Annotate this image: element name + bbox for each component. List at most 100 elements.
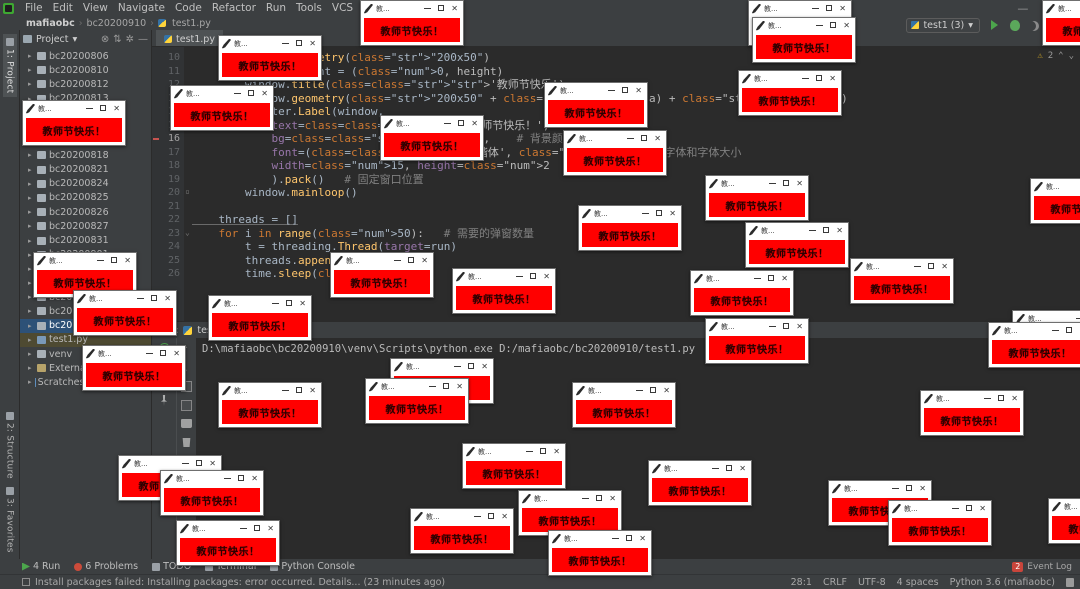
- popup-close-icon[interactable]: ✕: [451, 4, 458, 13]
- popup-maximize-icon[interactable]: [488, 512, 495, 521]
- popup-title-bar[interactable]: 教...✕: [753, 18, 855, 33]
- caret-position[interactable]: 28:1: [791, 577, 812, 588]
- popup-minimize-icon[interactable]: [952, 505, 960, 513]
- expand-arrow-icon[interactable]: ▸: [28, 378, 32, 386]
- popup-title-bar[interactable]: 教...✕: [746, 223, 848, 238]
- popup-title-bar[interactable]: 教...✕: [83, 346, 185, 361]
- popup-close-icon[interactable]: ✕: [299, 299, 306, 308]
- popup-maximize-icon[interactable]: [160, 349, 167, 358]
- popup-title-bar[interactable]: 教...✕: [209, 296, 311, 311]
- menu-item-code[interactable]: Code: [170, 1, 207, 15]
- tkinter-popup-window[interactable]: 教...✕教师节快乐！: [73, 290, 177, 336]
- popup-minimize-icon[interactable]: [234, 90, 242, 98]
- popup-minimize-icon[interactable]: [516, 273, 524, 281]
- popup-close-icon[interactable]: ✕: [1011, 394, 1018, 403]
- tkinter-popup-window[interactable]: 教...✕教师节快乐！: [548, 530, 652, 576]
- popup-close-icon[interactable]: ✕: [124, 256, 131, 265]
- popup-maximize-icon[interactable]: [830, 21, 837, 30]
- popup-minimize-icon[interactable]: [454, 363, 462, 371]
- python-interpreter[interactable]: Python 3.6 (mafiaobc): [950, 577, 1055, 588]
- project-panel-title[interactable]: Project: [36, 34, 69, 45]
- popup-maximize-icon[interactable]: [540, 447, 547, 456]
- expand-arrow-icon[interactable]: ▸: [28, 151, 34, 159]
- tkinter-popup-window[interactable]: 教...✕教师节快乐！: [82, 345, 186, 391]
- expand-arrow-icon[interactable]: ▸: [28, 350, 34, 358]
- popup-minimize-icon[interactable]: [627, 135, 635, 143]
- popup-title-bar[interactable]: 教...✕: [74, 291, 176, 306]
- tkinter-popup-window[interactable]: 教...✕教师节快乐！: [380, 115, 484, 161]
- tkinter-popup-window[interactable]: 教...✕教师节快乐！: [365, 378, 469, 424]
- popup-title-bar[interactable]: 教...✕: [463, 444, 565, 459]
- menu-item-view[interactable]: View: [78, 1, 113, 15]
- file-encoding[interactable]: UTF-8: [858, 577, 886, 588]
- debug-icon[interactable]: [1010, 20, 1020, 31]
- tkinter-popup-window[interactable]: 教...✕教师节快乐！: [752, 17, 856, 63]
- tkinter-popup-window[interactable]: 教...✕教师节快乐！: [160, 470, 264, 516]
- menu-item-tools[interactable]: Tools: [291, 1, 327, 15]
- popup-minimize-icon[interactable]: [802, 75, 810, 83]
- code-fold-icon[interactable]: ⌄: [185, 228, 190, 237]
- line-separator[interactable]: CRLF: [823, 577, 847, 588]
- popup-minimize-icon[interactable]: [608, 87, 616, 95]
- popup-maximize-icon[interactable]: [468, 362, 475, 371]
- collapse-all-icon[interactable]: ⇅: [113, 34, 121, 45]
- popup-minimize-icon[interactable]: [137, 295, 145, 303]
- tkinter-popup-window[interactable]: 教...✕教师节快乐！: [572, 382, 676, 428]
- popup-minimize-icon[interactable]: [146, 350, 154, 358]
- popup-maximize-icon[interactable]: [286, 299, 293, 308]
- popup-minimize-icon[interactable]: [272, 300, 280, 308]
- popup-minimize-icon[interactable]: [809, 227, 817, 235]
- popup-title-bar[interactable]: 教...✕: [829, 481, 931, 496]
- popup-close-icon[interactable]: ✕: [209, 459, 216, 468]
- popup-title-bar[interactable]: 教...✕: [749, 1, 851, 16]
- popup-minimize-icon[interactable]: [892, 485, 900, 493]
- tkinter-popup-window[interactable]: 教...✕教师节快乐！: [1048, 498, 1080, 544]
- popup-maximize-icon[interactable]: [626, 534, 633, 543]
- popup-title-bar[interactable]: 教...✕: [177, 521, 279, 536]
- sidebar-item-favorites[interactable]: 3: Favorites: [3, 483, 17, 557]
- tool-button-python-console[interactable]: Python Console: [270, 561, 355, 572]
- expand-arrow-icon[interactable]: ▸: [28, 222, 34, 230]
- tkinter-popup-window[interactable]: 教...✕教师节快乐！: [462, 443, 566, 489]
- popup-title-bar[interactable]: 教...✕: [171, 86, 273, 101]
- expand-arrow-icon[interactable]: ▸: [28, 336, 34, 344]
- menu-item-navigate[interactable]: Navigate: [113, 1, 170, 15]
- tree-node-bc20200812[interactable]: ▸ bc20200812: [20, 77, 151, 91]
- popup-maximize-icon[interactable]: [196, 459, 203, 468]
- popup-maximize-icon[interactable]: [238, 474, 245, 483]
- tkinter-popup-window[interactable]: 教...✕教师节快乐！: [705, 175, 809, 221]
- popup-close-icon[interactable]: ✕: [635, 86, 642, 95]
- popup-minimize-icon[interactable]: [914, 263, 922, 271]
- popup-maximize-icon[interactable]: [823, 226, 830, 235]
- expand-arrow-icon[interactable]: ▸: [28, 66, 34, 74]
- popup-minimize-icon[interactable]: [642, 210, 650, 218]
- tkinter-popup-window[interactable]: 教...✕教师节快乐！: [738, 70, 842, 116]
- popup-close-icon[interactable]: ✕: [309, 39, 316, 48]
- popup-close-icon[interactable]: ✕: [553, 447, 560, 456]
- popup-title-bar[interactable]: 教...✕: [921, 391, 1023, 406]
- tkinter-popup-window[interactable]: 教...✕教师节快乐！: [22, 100, 126, 146]
- status-message-area[interactable]: Install packages failed: Installing pack…: [22, 577, 445, 588]
- popup-minimize-icon[interactable]: [240, 525, 248, 533]
- tkinter-popup-window[interactable]: 教...✕教师节快乐！: [170, 85, 274, 131]
- expand-arrow-icon[interactable]: ▸: [28, 237, 34, 245]
- expand-arrow-icon[interactable]: ▸: [28, 194, 34, 202]
- popup-minimize-icon[interactable]: [86, 105, 94, 113]
- popup-maximize-icon[interactable]: [998, 394, 1005, 403]
- popup-minimize-icon[interactable]: [754, 275, 762, 283]
- popup-maximize-icon[interactable]: [408, 256, 415, 265]
- tkinter-popup-window[interactable]: 教...✕教师节快乐！: [410, 508, 514, 554]
- popup-maximize-icon[interactable]: [768, 274, 775, 283]
- popup-title-bar[interactable]: 教...✕: [23, 101, 125, 116]
- tkinter-popup-window[interactable]: 教...✕教师节快乐！: [1030, 178, 1080, 224]
- lock-icon[interactable]: [1066, 577, 1074, 587]
- prev-problem-icon[interactable]: ⌃: [1058, 51, 1063, 61]
- popup-title-bar[interactable]: 教...✕: [1049, 499, 1080, 514]
- popup-title-bar[interactable]: 教...✕: [366, 379, 468, 394]
- chevron-down-icon[interactable]: ▾: [968, 20, 973, 31]
- code-fold-icon[interactable]: ▫: [185, 187, 190, 196]
- popup-minimize-icon[interactable]: [769, 180, 777, 188]
- popup-maximize-icon[interactable]: [254, 524, 261, 533]
- popup-close-icon[interactable]: ✕: [739, 464, 746, 473]
- popup-maximize-icon[interactable]: [826, 4, 833, 13]
